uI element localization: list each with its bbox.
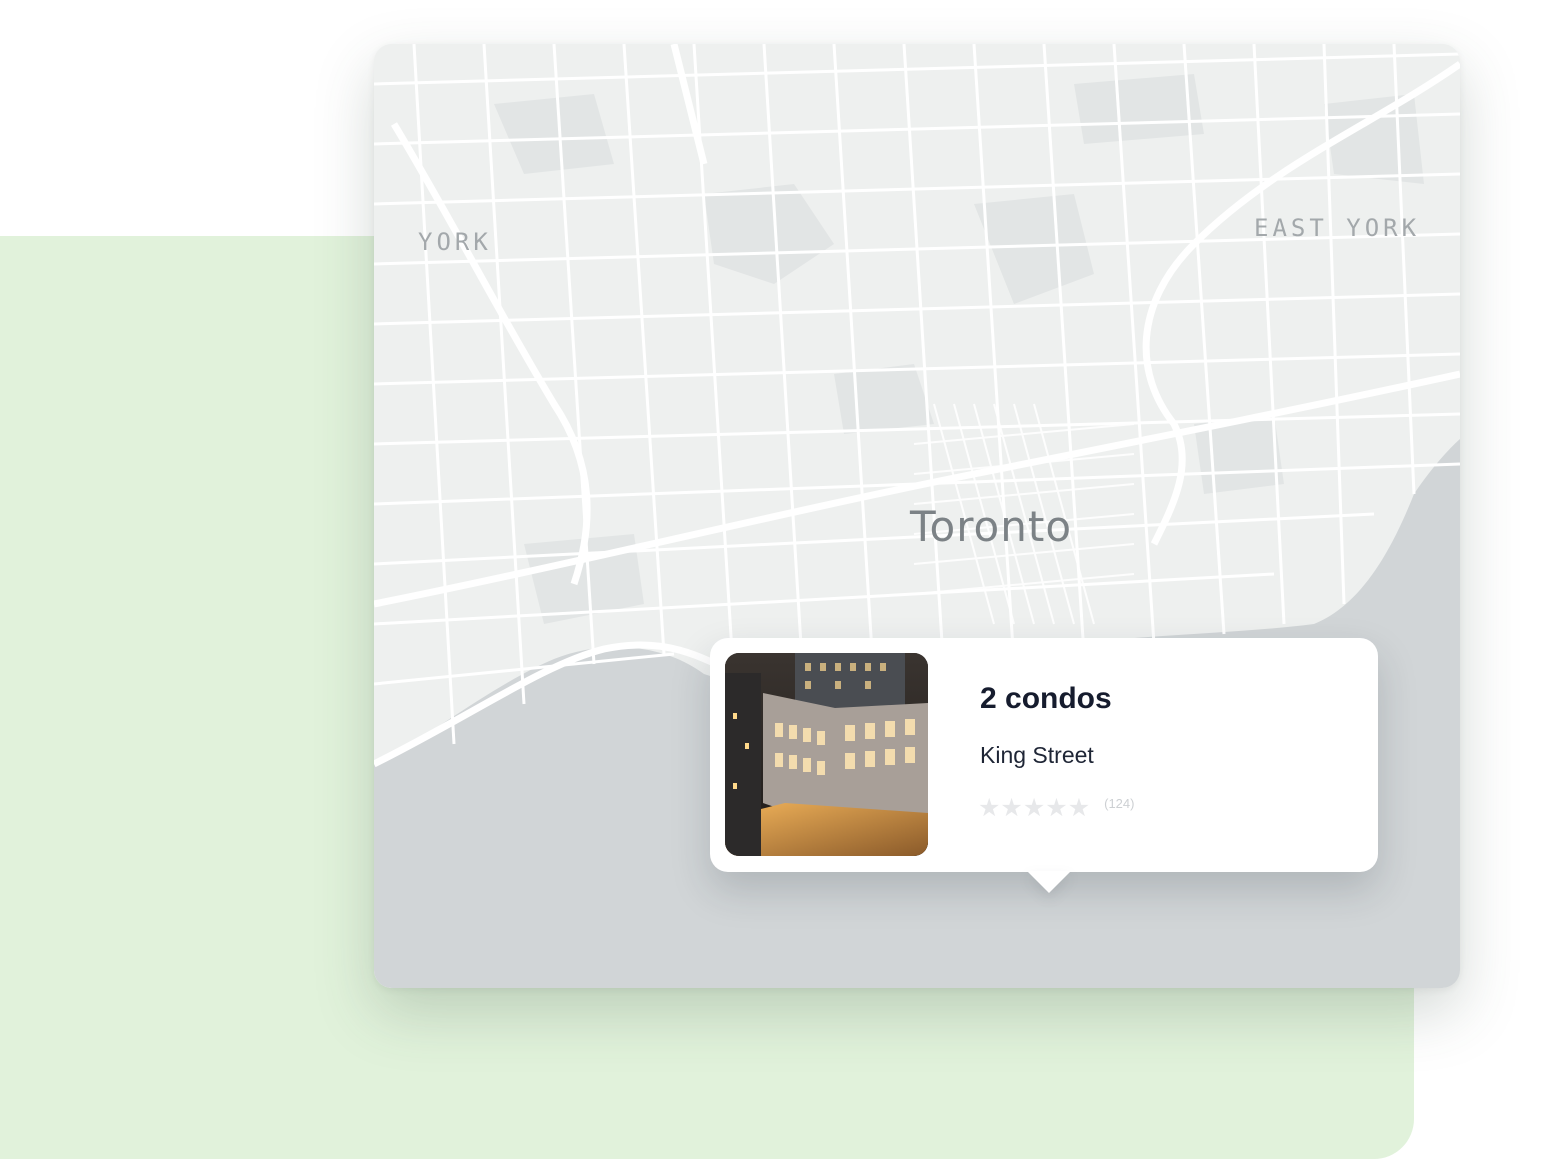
- star-icon: ★: [1067, 794, 1091, 822]
- rating: ★ ★ ★ ★ ★ (124): [978, 796, 1134, 821]
- listing-street: King Street: [980, 742, 1094, 768]
- star-icon: ★: [1022, 794, 1046, 822]
- star-icon: ★: [1000, 794, 1023, 822]
- map-label-york: YORK: [418, 228, 492, 256]
- popup-pointer: [1027, 871, 1071, 893]
- map-label-toronto: Toronto: [910, 502, 1073, 551]
- listing-popup[interactable]: 2 condos King Street ★ ★ ★ ★ ★ (124): [710, 638, 1378, 872]
- star-icon: ★: [978, 794, 1001, 822]
- star-icon: ★: [1045, 794, 1068, 822]
- map-label-east-york: EAST YORK: [1254, 214, 1421, 242]
- building-photo-icon[interactable]: [725, 653, 928, 856]
- listing-title[interactable]: 2 condos: [980, 682, 1112, 716]
- rating-count: (124): [1104, 796, 1135, 811]
